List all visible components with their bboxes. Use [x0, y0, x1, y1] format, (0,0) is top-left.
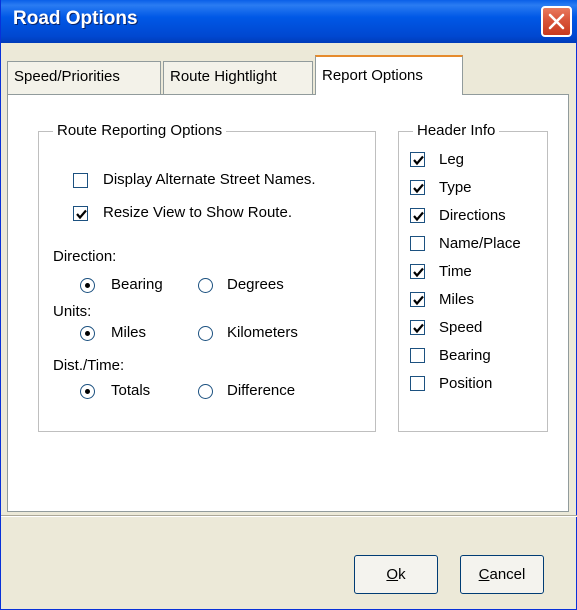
- tab-route-highlight[interactable]: Route Hightlight: [163, 61, 313, 94]
- dist-time-totals-label[interactable]: Totals: [111, 381, 150, 401]
- window-title: Road Options: [13, 8, 138, 29]
- header-item-label[interactable]: Speed: [439, 318, 482, 338]
- header-name-place-checkbox[interactable]: [410, 236, 425, 251]
- dist-time-difference-label[interactable]: Difference: [227, 381, 295, 401]
- resize-view-label[interactable]: Resize View to Show Route.: [103, 203, 292, 223]
- button-separator: [1, 515, 577, 517]
- header-leg-checkbox[interactable]: [410, 152, 425, 167]
- group-legend: Route Reporting Options: [53, 122, 227, 140]
- radio-dot: [85, 389, 90, 394]
- radio-dot: [85, 283, 90, 288]
- tab-label: Route Hightlight: [170, 68, 277, 85]
- check-icon: [413, 183, 424, 194]
- dist-time-totals-radio[interactable]: [80, 384, 95, 399]
- cancel-label-rest: ancel: [489, 566, 526, 583]
- header-item-label[interactable]: Name/Place: [439, 234, 521, 254]
- direction-bearing-radio[interactable]: [80, 278, 95, 293]
- tab-report-options[interactable]: Report Options: [315, 55, 463, 95]
- header-item-label[interactable]: Leg: [439, 150, 464, 170]
- header-miles-checkbox[interactable]: [410, 292, 425, 307]
- check-icon: [413, 267, 424, 278]
- header-type-checkbox[interactable]: [410, 180, 425, 195]
- direction-degrees-label[interactable]: Degrees: [227, 275, 284, 295]
- display-alt-names-checkbox[interactable]: [73, 173, 88, 188]
- ok-button[interactable]: Ok: [354, 555, 438, 594]
- units-kilometers-radio[interactable]: [198, 326, 213, 341]
- tab-label: Report Options: [322, 67, 423, 84]
- header-position-checkbox[interactable]: [410, 376, 425, 391]
- direction-degrees-radio[interactable]: [198, 278, 213, 293]
- cancel-button[interactable]: Cancel: [460, 555, 544, 594]
- ok-label-rest: k: [398, 566, 406, 583]
- title-bar[interactable]: Road Options: [1, 0, 577, 43]
- units-label: Units:: [53, 303, 92, 320]
- units-kilometers-label[interactable]: Kilometers: [227, 323, 298, 343]
- header-bearing-checkbox[interactable]: [410, 348, 425, 363]
- display-alt-names-label[interactable]: Display Alternate Street Names.: [103, 170, 316, 190]
- direction-label: Direction:: [53, 248, 117, 265]
- header-time-checkbox[interactable]: [410, 264, 425, 279]
- radio-dot: [85, 331, 90, 336]
- header-directions-checkbox[interactable]: [410, 208, 425, 223]
- header-speed-checkbox[interactable]: [410, 320, 425, 335]
- resize-view-checkbox[interactable]: [73, 206, 88, 221]
- check-icon: [413, 155, 424, 166]
- dist-time-label: Dist./Time:: [53, 357, 125, 374]
- close-button[interactable]: [541, 6, 572, 37]
- units-miles-label[interactable]: Miles: [111, 323, 146, 343]
- check-icon: [413, 295, 424, 306]
- cancel-mnemonic: C: [478, 566, 490, 583]
- dist-time-difference-radio[interactable]: [198, 384, 213, 399]
- check-icon: [76, 209, 87, 220]
- road-options-dialog: Road Options Speed/Priorities Route High…: [0, 0, 577, 610]
- header-item-label[interactable]: Miles: [439, 290, 474, 310]
- tab-label: Speed/Priorities: [14, 68, 120, 85]
- header-item-label[interactable]: Time: [439, 262, 472, 282]
- header-item-label[interactable]: Bearing: [439, 346, 491, 366]
- check-icon: [413, 323, 424, 334]
- direction-bearing-label[interactable]: Bearing: [111, 275, 163, 295]
- tab-speed-priorities[interactable]: Speed/Priorities: [7, 61, 161, 94]
- ok-mnemonic: O: [386, 566, 399, 583]
- header-item-label[interactable]: Directions: [439, 206, 506, 226]
- units-miles-radio[interactable]: [80, 326, 95, 341]
- header-item-label[interactable]: Type: [439, 178, 472, 198]
- check-icon: [413, 211, 424, 222]
- header-item-label[interactable]: Position: [439, 374, 492, 394]
- group-legend: Header Info: [413, 122, 500, 140]
